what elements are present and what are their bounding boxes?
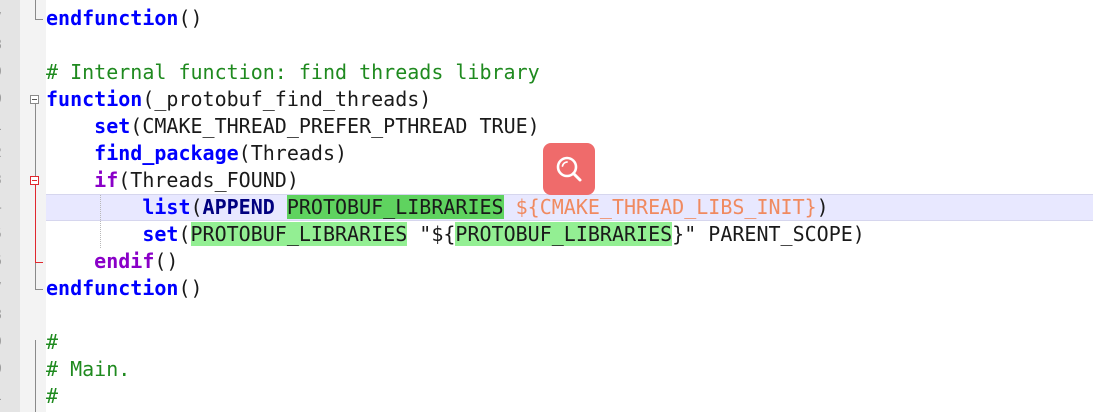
- indent-guide: [100, 195, 101, 220]
- line-number-gutter: 789012345678901: [0, 0, 20, 412]
- code-token: (): [178, 6, 203, 30]
- line-number: 0: [0, 356, 6, 383]
- code-token: (_protobuf_find_threads): [142, 87, 432, 111]
- code-token: "${: [407, 222, 456, 246]
- code-line[interactable]: endfunction(): [46, 275, 1093, 302]
- code-token: # Main.: [46, 357, 131, 381]
- code-token: endfunction: [46, 6, 179, 30]
- fold-guide-line: [35, 340, 36, 412]
- code-line[interactable]: # Internal function: find threads librar…: [46, 59, 1093, 86]
- search-button[interactable]: [543, 143, 595, 195]
- code-token: #: [46, 330, 59, 354]
- code-line-current[interactable]: list(APPEND PROTOBUF_LIBRARIES ${CMAKE_T…: [46, 194, 1093, 221]
- line-number: 1: [0, 113, 6, 140]
- code-line[interactable]: endif(): [46, 248, 1093, 275]
- code-token: (: [190, 195, 203, 219]
- code-token: PROTOBUF_LIBRARIES: [455, 222, 673, 246]
- code-token: set: [94, 114, 131, 138]
- line-number: 4: [0, 194, 6, 221]
- code-line[interactable]: #: [46, 329, 1093, 356]
- fold-end-marker: [35, 289, 43, 290]
- line-number: 0: [0, 86, 6, 113]
- code-token: endfunction: [46, 276, 179, 300]
- code-line[interactable]: [46, 302, 1093, 329]
- code-token: (Threads_FOUND): [118, 168, 299, 192]
- code-token: (): [154, 249, 179, 273]
- fold-guide-line-active: [35, 185, 36, 262]
- code-token: PROTOBUF_LIBRARIES: [190, 222, 408, 246]
- code-token: ${CMAKE_THREAD_LIBS_INIT}: [515, 195, 817, 219]
- search-icon: [556, 156, 582, 182]
- code-token: set: [142, 222, 179, 246]
- line-number: 7: [0, 275, 6, 302]
- code-line[interactable]: set(PROTOBUF_LIBRARIES "${PROTOBUF_LIBRA…: [46, 221, 1093, 248]
- fold-guide-line: [35, 0, 36, 20]
- line-number: 3: [0, 167, 6, 194]
- line-number: 2: [0, 140, 6, 167]
- code-token: if: [94, 168, 119, 192]
- code-token: endif: [94, 249, 155, 273]
- line-number: 1: [0, 383, 6, 410]
- code-token: ): [816, 195, 829, 219]
- fold-end-marker: [35, 19, 43, 20]
- indent-guide: [100, 221, 101, 248]
- fold-toggle-function[interactable]: [30, 95, 39, 104]
- code-token: PROTOBUF_LIBRARIES: [286, 195, 504, 219]
- line-number: 5: [0, 221, 6, 248]
- line-number: 8: [0, 302, 6, 329]
- line-number: 9: [0, 329, 6, 356]
- code-token: #: [46, 384, 59, 408]
- code-line[interactable]: # Main.: [46, 356, 1093, 383]
- code-line[interactable]: set(CMAKE_THREAD_PREFER_PTHREAD TRUE): [46, 113, 1093, 140]
- line-number: 8: [0, 32, 6, 59]
- fold-margin: [20, 0, 46, 412]
- code-line[interactable]: endfunction(): [46, 5, 1093, 32]
- fold-toggle-if[interactable]: [30, 176, 39, 185]
- code-token: list: [142, 195, 191, 219]
- code-line[interactable]: #: [46, 383, 1093, 410]
- code-token: # Internal function: find threads librar…: [46, 60, 540, 84]
- code-line[interactable]: [46, 32, 1093, 59]
- code-token: (CMAKE_THREAD_PREFER_PTHREAD TRUE): [130, 114, 540, 138]
- code-token: function: [46, 87, 143, 111]
- line-number: 7: [0, 5, 6, 32]
- code-token: }" PARENT_SCOPE): [672, 222, 865, 246]
- code-token: (: [178, 222, 191, 246]
- line-number: 9: [0, 59, 6, 86]
- code-token: (Threads): [238, 141, 348, 165]
- code-token: (): [178, 276, 203, 300]
- code-token: find_package: [94, 141, 239, 165]
- code-line[interactable]: function(_protobuf_find_threads): [46, 86, 1093, 113]
- code-token: APPEND: [202, 195, 275, 219]
- line-number: 6: [0, 248, 6, 275]
- code-editor[interactable]: endfunction() # Internal function: find t…: [46, 5, 1093, 410]
- fold-end-marker-active: [35, 262, 43, 263]
